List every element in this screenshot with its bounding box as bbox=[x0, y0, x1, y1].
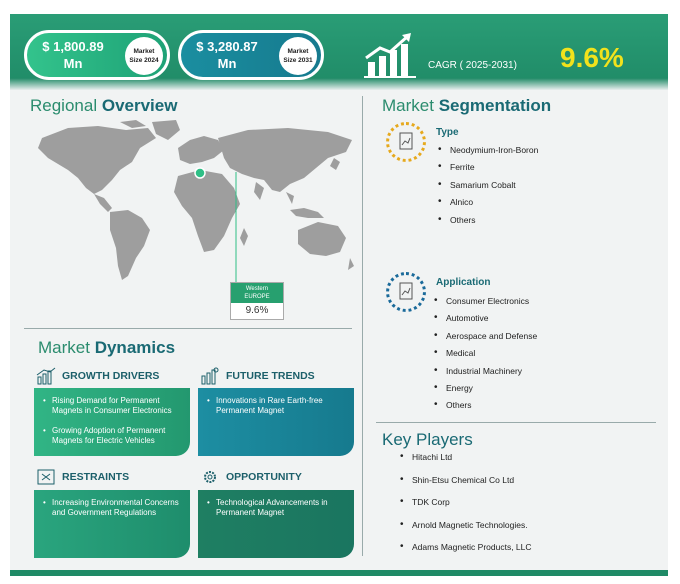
list-item: Rising Demand for Permanent Magnets in C… bbox=[43, 396, 182, 416]
future-trends-header: FUTURE TRENDS bbox=[200, 367, 315, 385]
application-icon bbox=[386, 272, 426, 312]
growth-drivers-label: GROWTH DRIVERS bbox=[62, 370, 160, 382]
list-item: Increasing Environmental Concerns and Go… bbox=[43, 498, 182, 518]
list-item: Consumer Electronics bbox=[434, 295, 537, 313]
column-divider bbox=[362, 96, 363, 556]
list-item: Others bbox=[434, 399, 537, 417]
restraint-icon bbox=[37, 469, 55, 485]
list-item: TDK Corp bbox=[400, 496, 532, 520]
region-name: Western EUROPE bbox=[231, 283, 283, 303]
footer-band bbox=[10, 570, 668, 576]
world-map bbox=[38, 120, 354, 282]
restraints-card: Increasing Environmental Concerns and Go… bbox=[34, 490, 190, 558]
cagr-label: CAGR ( 2025-2031) bbox=[428, 60, 517, 71]
market-size-2024-value: $ 1,800.89 bbox=[42, 39, 104, 54]
list-item: Industrial Machinery bbox=[434, 365, 537, 383]
list-item: Innovations in Rare Earth-free Permanent… bbox=[207, 396, 346, 416]
growth-drivers-header: GROWTH DRIVERS bbox=[36, 367, 159, 385]
list-item: Neodymium-Iron-Boron bbox=[438, 144, 538, 162]
list-item: Growing Adoption of Permanent Magnets fo… bbox=[43, 426, 182, 446]
list-item: Arnold Magnetic Technologies. bbox=[400, 519, 532, 543]
list-item: Adams Magnetic Products, LLC bbox=[400, 541, 532, 565]
key-players-title: Key Players bbox=[382, 430, 473, 449]
list-item: Aerospace and Defense bbox=[434, 330, 537, 348]
list-item: Medical bbox=[434, 347, 537, 365]
future-trends-label: FUTURE TRENDS bbox=[226, 370, 315, 382]
list-item: Samarium Cobalt bbox=[438, 179, 538, 197]
list-item: Alnico bbox=[438, 196, 538, 214]
regional-overview-title: Regional Overview bbox=[30, 96, 178, 115]
gear-icon bbox=[204, 471, 216, 483]
type-label: Type bbox=[436, 127, 459, 138]
type-icon bbox=[386, 122, 426, 162]
list-item: Shin-Etsu Chemical Co Ltd bbox=[400, 474, 532, 498]
opportunity-card: Technological Advancements in Permanent … bbox=[198, 490, 354, 558]
growth-bars-icon bbox=[36, 367, 56, 385]
list-item: Energy bbox=[434, 382, 537, 400]
market-size-2024-pill: $ 1,800.89 Mn Market Size 2024 bbox=[24, 30, 170, 80]
market-size-2031-value: $ 3,280.87 bbox=[196, 39, 258, 54]
application-label: Application bbox=[436, 277, 491, 288]
list-item: Hitachi Ltd bbox=[400, 451, 532, 475]
opportunity-header: OPPORTUNITY bbox=[200, 468, 302, 486]
region-callout: Western EUROPE 9.6% bbox=[230, 282, 284, 320]
growth-drivers-card: Rising Demand for Permanent Magnets in C… bbox=[34, 388, 190, 456]
market-segmentation-title: Market Segmentation bbox=[382, 96, 552, 115]
market-size-2031-badge: Market Size 2031 bbox=[279, 37, 317, 75]
market-size-2024-badge: Market Size 2024 bbox=[125, 37, 163, 75]
list-item: Technological Advancements in Permanent … bbox=[207, 498, 346, 518]
market-dynamics-title: Market Dynamics bbox=[38, 338, 176, 357]
key-players-list: Hitachi Ltd Shin-Etsu Chemical Co Ltd TD… bbox=[400, 451, 532, 565]
future-trends-card: Innovations in Rare Earth-free Permanent… bbox=[198, 388, 354, 456]
list-item: Others bbox=[438, 214, 538, 232]
list-item: Ferrite bbox=[438, 161, 538, 179]
opportunity-label: OPPORTUNITY bbox=[226, 471, 302, 483]
cagr-value: 9.6% bbox=[560, 42, 624, 73]
growth-chart-icon bbox=[364, 33, 416, 78]
list-item: Automotive bbox=[434, 312, 537, 330]
region-value: 9.6% bbox=[245, 305, 269, 316]
application-list: Consumer Electronics Automotive Aerospac… bbox=[434, 295, 537, 418]
market-size-2031-pill: $ 3,280.87 Mn Market Size 2031 bbox=[178, 30, 324, 80]
trend-chart-icon bbox=[201, 367, 219, 385]
restraints-header: RESTRAINTS bbox=[36, 468, 129, 486]
type-list: Neodymium-Iron-Boron Ferrite Samarium Co… bbox=[438, 144, 538, 232]
restraints-label: RESTRAINTS bbox=[62, 471, 130, 483]
